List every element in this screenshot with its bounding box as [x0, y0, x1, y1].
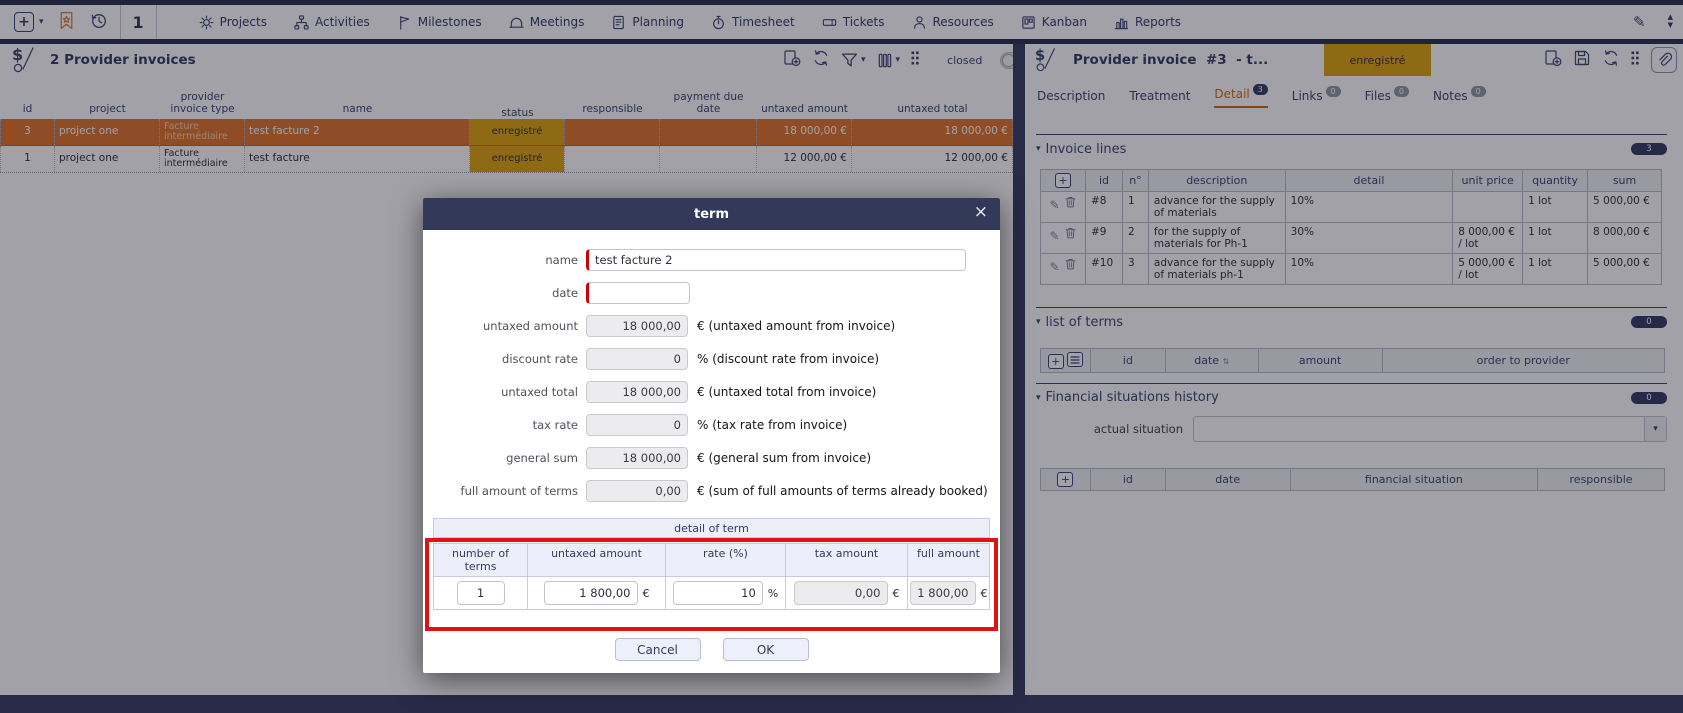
- tax-rate-hint: % (tax rate from invoice): [697, 417, 848, 432]
- ok-button[interactable]: OK: [722, 638, 809, 661]
- date-label: date: [552, 285, 578, 300]
- number-of-terms-field[interactable]: [456, 581, 505, 605]
- percent-symbol: %: [767, 586, 779, 600]
- full-amount-of-terms-label: full amount of terms: [460, 483, 578, 498]
- untaxed-total-label: untaxed total: [501, 384, 578, 399]
- col-header-tax-amount: tax amount: [786, 543, 908, 577]
- form-row-general-sum: general sum € (general sum from invoice): [423, 441, 1000, 474]
- full-amount-of-terms-hint: € (sum of full amounts of terms already …: [697, 483, 988, 498]
- form-row-name: name: [423, 243, 1000, 276]
- untaxed-amount-hint: € (untaxed amount from invoice): [697, 318, 896, 333]
- col-header-full-amount: full amount: [908, 543, 990, 577]
- discount-rate-hint: % (discount rate from invoice): [697, 351, 880, 366]
- tax-rate-field: [586, 413, 688, 436]
- cancel-button[interactable]: Cancel: [614, 638, 701, 661]
- name-field[interactable]: [586, 248, 966, 271]
- untaxed-total-field: [586, 380, 688, 403]
- highlight-annotation-box: number of terms untaxed amount rate (%) …: [425, 538, 998, 631]
- name-label: name: [545, 252, 578, 267]
- untaxed-amount-field[interactable]: [543, 581, 638, 605]
- untaxed-amount-field: [586, 314, 688, 337]
- col-header-rate: rate (%): [666, 543, 786, 577]
- detail-of-term-title: detail of term: [433, 518, 990, 538]
- date-field[interactable]: [586, 281, 690, 304]
- detail-of-term-row: € % € €: [433, 577, 990, 610]
- general-sum-label: general sum: [506, 450, 578, 465]
- form-row-untaxed-amount: untaxed amount € (untaxed amount from in…: [423, 309, 1000, 342]
- tax-rate-label: tax rate: [532, 417, 578, 432]
- general-sum-field: [586, 446, 688, 469]
- rate-field[interactable]: [672, 581, 763, 605]
- dialog-title: term: [694, 206, 729, 222]
- form-row-full-amount-of-terms: full amount of terms € (sum of full amou…: [423, 474, 1000, 507]
- untaxed-total-hint: € (untaxed total from invoice): [697, 384, 877, 399]
- full-amount-of-terms-field: [586, 479, 688, 502]
- currency-symbol: €: [892, 586, 900, 600]
- discount-rate-field: [586, 347, 688, 370]
- form-row-tax-rate: tax rate % (tax rate from invoice): [423, 408, 1000, 441]
- currency-symbol: €: [642, 586, 650, 600]
- detail-of-term-table: number of terms untaxed amount rate (%) …: [433, 543, 990, 610]
- currency-symbol: €: [980, 586, 988, 600]
- form-row-date: date: [423, 276, 1000, 309]
- general-sum-hint: € (general sum from invoice): [697, 450, 872, 465]
- dialog-titlebar[interactable]: term ×: [423, 198, 1000, 230]
- term-dialog: term × name date untaxed amount € (untax…: [423, 198, 1000, 673]
- discount-rate-label: discount rate: [502, 351, 578, 366]
- form-row-discount-rate: discount rate % (discount rate from invo…: [423, 342, 1000, 375]
- form-row-untaxed-total: untaxed total € (untaxed total from invo…: [423, 375, 1000, 408]
- col-header-untaxed-amount: untaxed amount: [528, 543, 666, 577]
- untaxed-amount-label: untaxed amount: [483, 318, 578, 333]
- tax-amount-field: [793, 581, 888, 605]
- col-header-number-of-terms: number of terms: [433, 543, 528, 577]
- full-amount-field: [909, 581, 976, 605]
- close-icon[interactable]: ×: [974, 202, 988, 222]
